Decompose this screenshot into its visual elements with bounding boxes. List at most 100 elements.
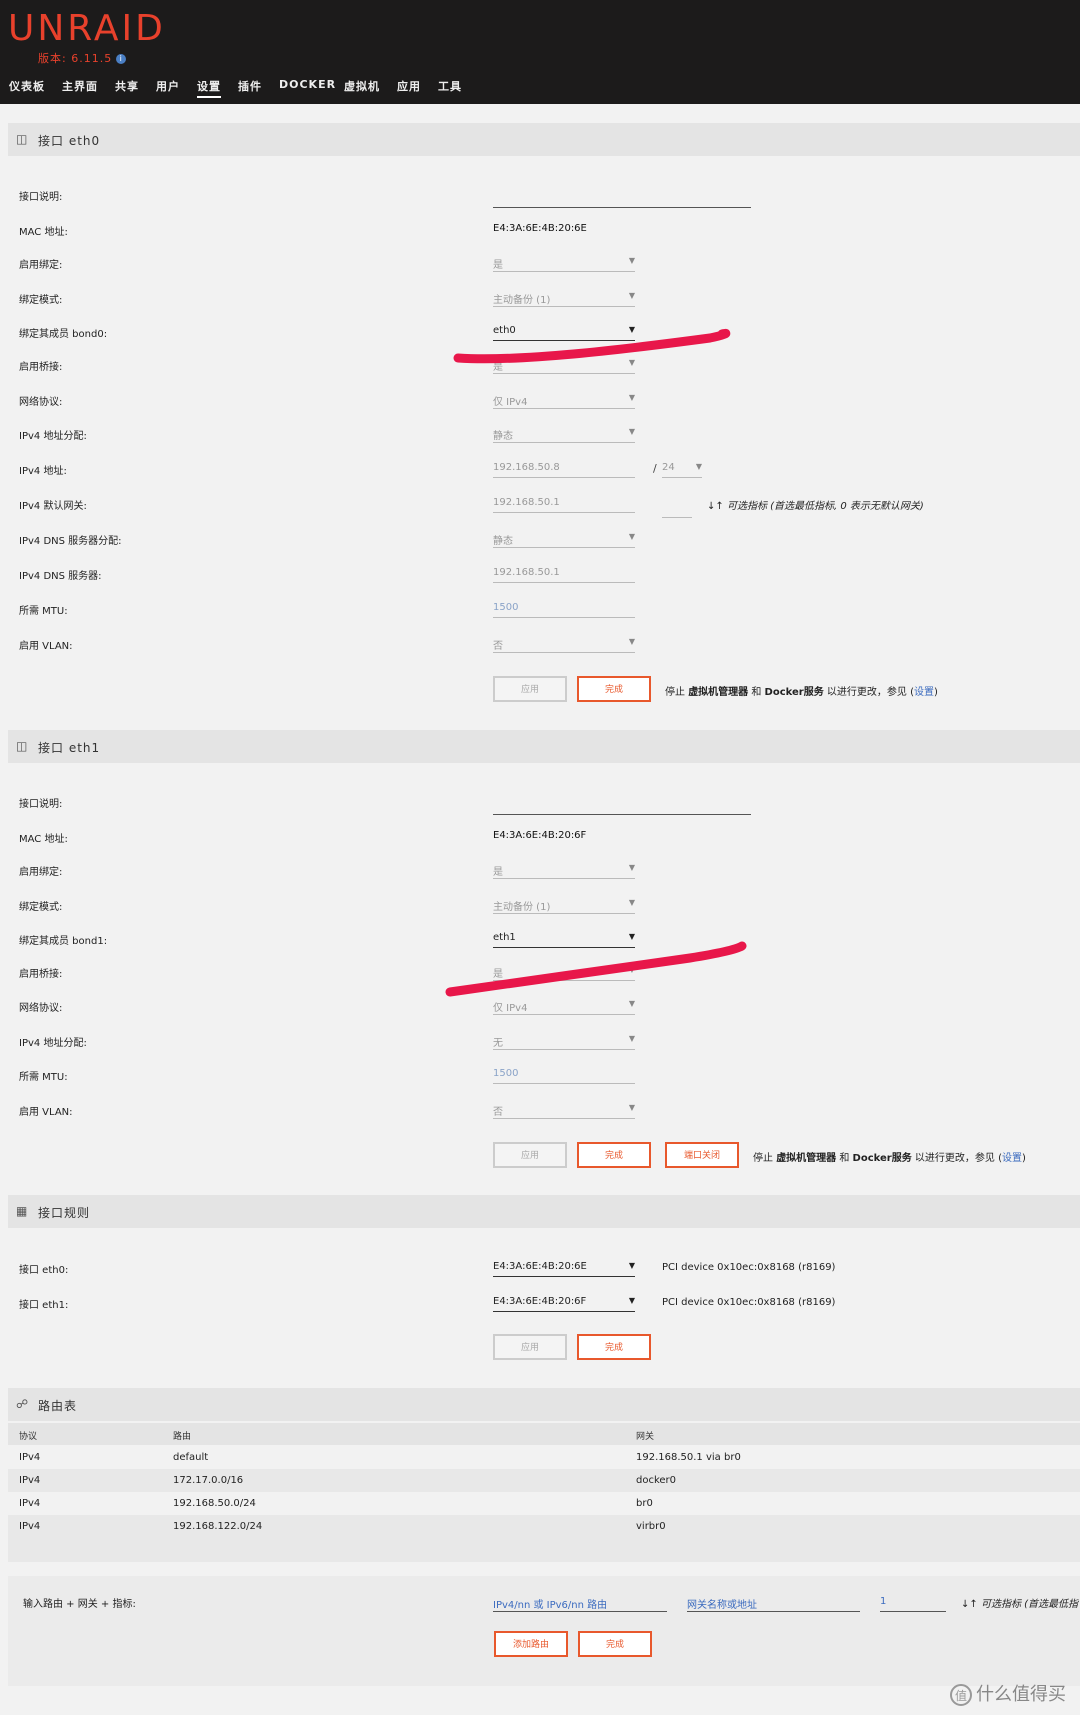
eth0-bond-mode-label: 绑定模式: <box>19 295 63 306</box>
eth1-ipv4-assign-select[interactable]: 无 ▼ <box>493 1030 635 1050</box>
nav-docker[interactable]: DOCKER <box>279 78 336 91</box>
rule-eth1-pci: PCI device 0x10ec:0x8168 (r8169) <box>662 1297 836 1308</box>
nav-tools[interactable]: 工具 <box>438 78 462 94</box>
nav-users[interactable]: 用户 <box>156 78 180 94</box>
eth1-bond-members-select[interactable]: eth1 ▼ <box>493 928 635 948</box>
eth0-mac-label: MAC 地址: <box>19 227 68 238</box>
eth1-desc-input[interactable] <box>493 814 751 815</box>
eth1-desc-label: 接口说明: <box>19 799 63 810</box>
eth1-bridge-select[interactable]: 是 ▼ <box>493 961 635 981</box>
network-card-icon: ◫ <box>16 132 28 146</box>
eth0-dns-label: IPv4 DNS 服务器: <box>19 571 102 582</box>
settings-link[interactable]: 设置 <box>1002 1153 1022 1164</box>
rule-eth0-pci: PCI device 0x10ec:0x8168 (r8169) <box>662 1262 836 1273</box>
routing-table-header: ☍ 路由表 <box>8 1388 1080 1421</box>
eth0-bond-members-select[interactable]: eth0 ▼ <box>493 321 635 341</box>
chevron-down-icon: ▼ <box>628 965 635 974</box>
unraid-logo[interactable]: UNRAID <box>8 8 166 49</box>
eth0-desc-label: 接口说明: <box>19 192 63 203</box>
eth1-protocol-select[interactable]: 仅 IPv4 ▼ <box>493 995 635 1015</box>
eth0-ipv4-assign-select[interactable]: 静态 ▼ <box>493 423 635 443</box>
eth1-bond-members-label: 绑定其成员 bond1: <box>19 936 108 947</box>
eth0-mtu-label: 所需 MTU: <box>19 606 68 617</box>
eth0-section-header: ◫ 接口 eth0 <box>8 123 1080 156</box>
chevron-down-icon: ▼ <box>628 291 635 300</box>
eth0-dns-input[interactable]: 192.168.50.1 <box>493 563 635 583</box>
eth1-apply-button[interactable]: 应用 <box>493 1142 567 1168</box>
eth0-dns-assign-select[interactable]: 静态 ▼ <box>493 528 635 548</box>
gateway-input[interactable]: 网关名称或地址 <box>687 1591 860 1612</box>
add-route-panel: 输入路由 + 网关 + 指标: IPv4/nn 或 IPv6/nn 路由 网关名… <box>8 1576 1080 1686</box>
eth0-ipv4-addr-label: IPv4 地址: <box>19 466 67 477</box>
rules-done-button[interactable]: 完成 <box>577 1334 651 1360</box>
chevron-down-icon: ▼ <box>628 637 635 646</box>
chevron-down-icon: ▼ <box>695 462 702 471</box>
nav-main[interactable]: 主界面 <box>62 78 98 94</box>
eth0-mtu-input[interactable]: 1500 <box>493 598 635 618</box>
top-bar: UNRAID 版本: 6.11.5 i 仪表板 主界面 共享 用户 设置 插件 D… <box>0 0 1080 104</box>
table-row-empty <box>8 1538 1080 1562</box>
eth0-bridge-select[interactable]: 是 ▼ <box>493 354 635 374</box>
interface-rules-header: ▦ 接口规则 <box>8 1195 1080 1228</box>
table-row: IPv4 192.168.50.0/24 br0 <box>8 1492 1080 1515</box>
eth1-mtu-input[interactable]: 1500 <box>493 1064 635 1084</box>
eth0-gw-metric-input[interactable] <box>662 498 692 518</box>
eth0-vlan-select[interactable]: 否 ▼ <box>493 633 635 653</box>
sort-icon: ↓↑ <box>707 501 724 512</box>
nav-settings[interactable]: 设置 <box>197 78 221 98</box>
col-route: 路由 <box>173 1432 192 1442</box>
chevron-down-icon: ▼ <box>628 1034 635 1043</box>
eth0-bond-mode-select[interactable]: 主动备份 (1) ▼ <box>493 287 635 307</box>
nav-vms[interactable]: 虚拟机 <box>344 78 380 94</box>
eth0-protocol-label: 网络协议: <box>19 397 63 408</box>
rules-apply-button[interactable]: 应用 <box>493 1334 567 1360</box>
eth1-stop-note: 停止 虚拟机管理器 和 Docker服务 以进行更改，参见 (设置) <box>753 1153 1026 1164</box>
eth0-bond-members-label: 绑定其成员 bond0: <box>19 329 108 340</box>
eth1-vlan-label: 启用 VLAN: <box>19 1107 73 1118</box>
chevron-down-icon: ▼ <box>628 256 635 265</box>
eth0-ipv4-gw-input[interactable]: 192.168.50.1 <box>493 493 635 513</box>
col-gateway: 网关 <box>636 1432 655 1442</box>
nav-plugins[interactable]: 插件 <box>238 78 262 94</box>
network-card-icon: ◫ <box>16 739 28 753</box>
eth0-bond-select[interactable]: 是 ▼ <box>493 252 635 272</box>
eth0-ipv4-addr-input[interactable]: 192.168.50.8 <box>493 458 635 478</box>
add-route-label: 输入路由 + 网关 + 指标: <box>23 1599 136 1610</box>
add-route-button[interactable]: 添加路由 <box>494 1631 568 1657</box>
eth0-netmask-select[interactable]: 24 ▼ <box>662 458 702 478</box>
eth0-protocol-select[interactable]: 仅 IPv4 ▼ <box>493 389 635 409</box>
rule-eth0-mac-select[interactable]: E4:3A:6E:4B:20:6E ▼ <box>493 1257 635 1277</box>
eth1-bond-select[interactable]: 是 ▼ <box>493 859 635 879</box>
chevron-down-icon: ▼ <box>628 898 635 907</box>
nav-shares[interactable]: 共享 <box>115 78 139 94</box>
settings-link[interactable]: 设置 <box>914 687 934 698</box>
eth1-bridge-label: 启用桥接: <box>19 969 63 980</box>
eth1-mac-label: MAC 地址: <box>19 834 68 845</box>
rule-eth1-label: 接口 eth1: <box>19 1300 69 1311</box>
route-input[interactable]: IPv4/nn 或 IPv6/nn 路由 <box>493 1591 667 1612</box>
eth1-done-button[interactable]: 完成 <box>577 1142 651 1168</box>
nav-dashboard[interactable]: 仪表板 <box>9 78 45 94</box>
rule-eth1-mac-select[interactable]: E4:3A:6E:4B:20:6F ▼ <box>493 1292 635 1312</box>
eth1-mtu-label: 所需 MTU: <box>19 1072 68 1083</box>
metric-input[interactable]: 1 <box>880 1591 946 1612</box>
eth0-done-button[interactable]: 完成 <box>577 676 651 702</box>
eth1-bond-mode-select[interactable]: 主动备份 (1) ▼ <box>493 894 635 914</box>
col-protocol: 协议 <box>19 1432 38 1442</box>
table-row: IPv4 default 192.168.50.1 via br0 <box>8 1446 1080 1469</box>
chevron-down-icon: ▼ <box>628 863 635 872</box>
eth0-apply-button[interactable]: 应用 <box>493 676 567 702</box>
eth0-metric-hint: ↓↑ 可选指标 (首选最低指标, 0 表示无默认网关) <box>707 501 924 512</box>
eth0-desc-input[interactable] <box>493 207 751 208</box>
info-icon[interactable]: i <box>116 54 127 64</box>
eth1-bond-label: 启用绑定: <box>19 867 63 878</box>
share-nodes-icon: ☍ <box>16 1397 29 1411</box>
table-row: IPv4 192.168.122.0/24 virbr0 <box>8 1515 1080 1538</box>
nav-apps[interactable]: 应用 <box>397 78 421 94</box>
chevron-down-icon: ▼ <box>628 1103 635 1112</box>
add-route-done-button[interactable]: 完成 <box>578 1631 652 1657</box>
eth1-protocol-label: 网络协议: <box>19 1003 63 1014</box>
chevron-down-icon: ▼ <box>628 532 635 541</box>
eth1-vlan-select[interactable]: 否 ▼ <box>493 1099 635 1119</box>
eth1-port-down-button[interactable]: 端口关闭 <box>665 1142 739 1168</box>
